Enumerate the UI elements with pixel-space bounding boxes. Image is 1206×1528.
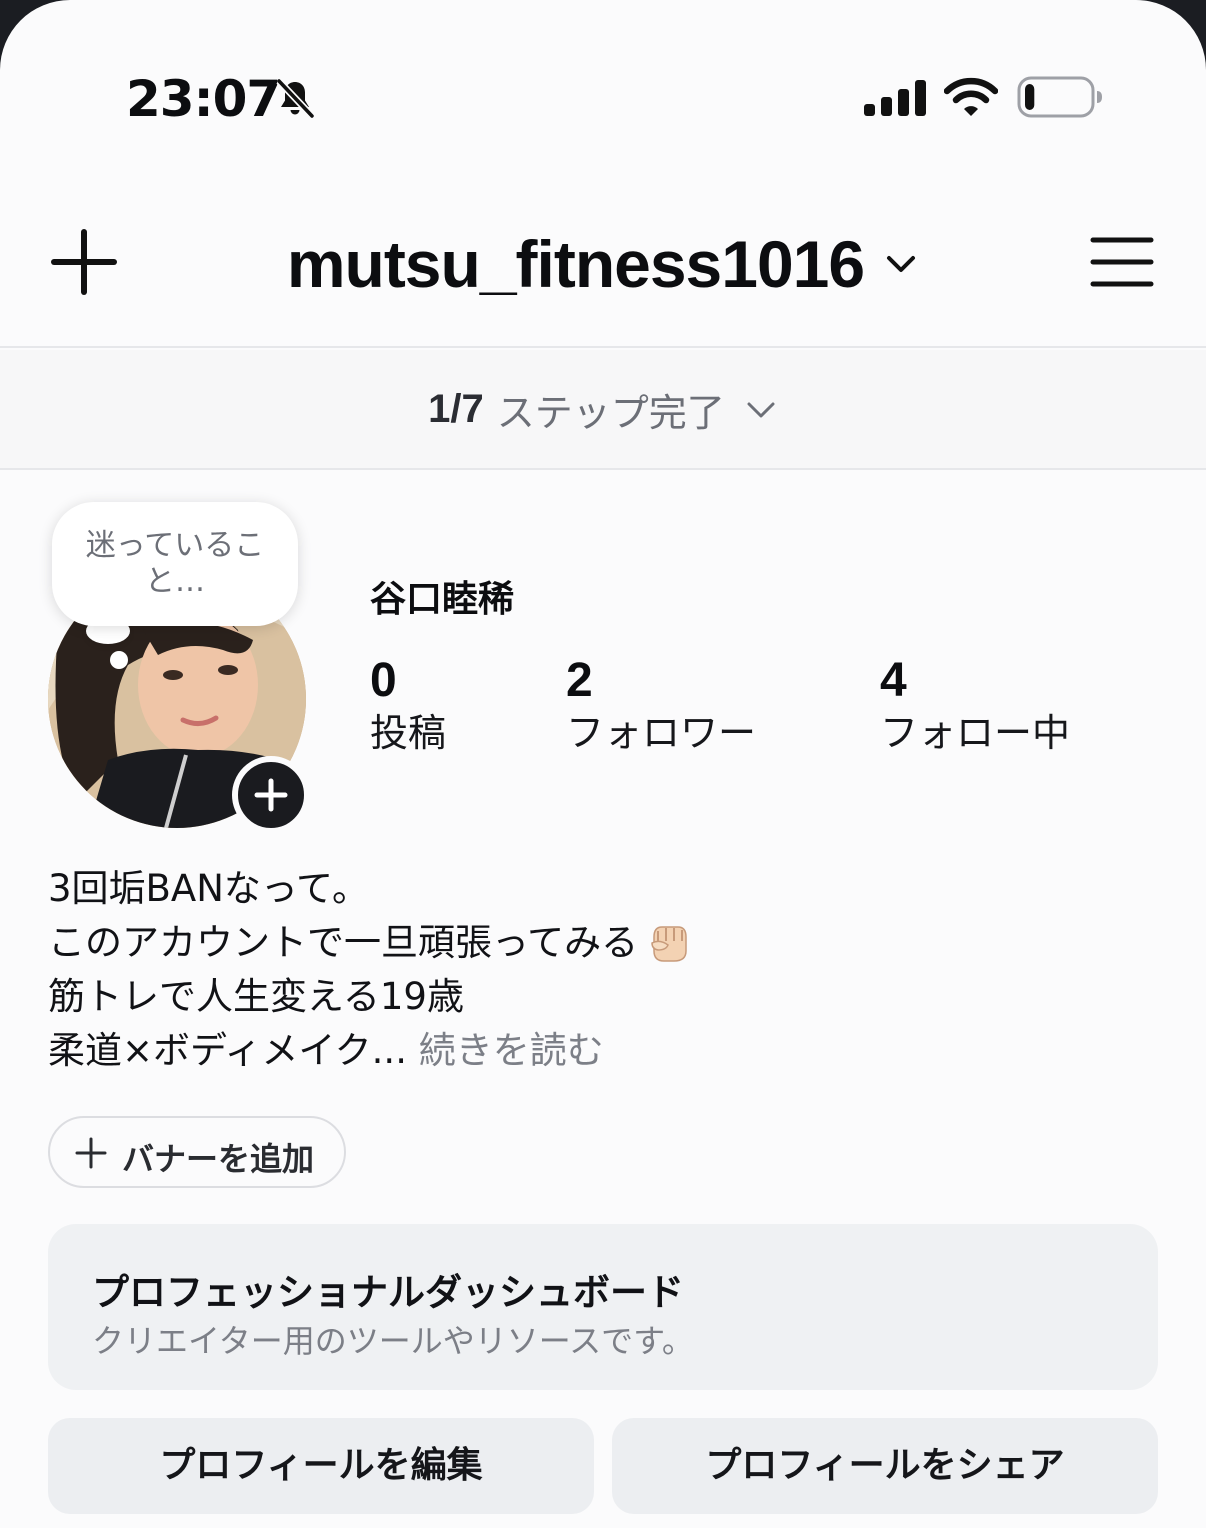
note-bubble-tail-small: [110, 651, 128, 669]
stat-followers-value: 2: [566, 654, 593, 707]
read-more-link[interactable]: 続きを読む: [419, 1029, 604, 1072]
profile-header: mutsu_fitness1016: [0, 190, 1206, 348]
chevron-down-icon: [747, 402, 775, 417]
stat-followers-label: フォロワー: [566, 711, 757, 755]
plus-icon: [75, 1137, 107, 1169]
setup-steps-bar[interactable]: 1/7 ステップ完了: [0, 350, 1206, 470]
chevron-down-icon[interactable]: [883, 246, 919, 282]
battery-icon: [1017, 76, 1102, 118]
bio-line-text: このアカウントで一旦頑張ってみる: [48, 921, 639, 964]
steps-label: ステップ完了: [496, 391, 725, 435]
add-banner-button[interactable]: バナーを追加: [48, 1116, 346, 1188]
account-switcher[interactable]: mutsu_fitness1016: [0, 226, 1206, 302]
note-text: 迷っていること…: [85, 528, 265, 599]
display-name: 谷口睦稀: [370, 579, 515, 620]
stat-following[interactable]: 4 フォロー中: [880, 654, 1070, 758]
phone-screen: 23:07 mutsu_fitness1016 1/7 ステップ完了 迷っている…: [0, 0, 1206, 1528]
hamburger-menu-icon[interactable]: [1090, 236, 1154, 288]
bio-line-text: 柔道×ボディメイク...: [48, 1029, 407, 1072]
bell-slash-icon: [276, 78, 315, 119]
raised-fist-icon: [651, 926, 687, 962]
steps-count: 1/7: [428, 387, 484, 431]
plus-icon: [254, 778, 288, 812]
status-time: 23:07: [126, 70, 281, 128]
bio-line: 柔道×ボディメイク... 続きを読む: [48, 1024, 692, 1078]
stat-posts[interactable]: 0 投稿: [370, 654, 446, 758]
add-banner-label: バナーを追加: [122, 1140, 315, 1178]
wifi-icon: [944, 77, 998, 116]
dashboard-subtitle: クリエイター用のツールやリソースです。: [92, 1322, 694, 1360]
stat-followers[interactable]: 2 フォロワー: [566, 654, 756, 758]
dashboard-title: プロフェッショナルダッシュボード: [92, 1271, 684, 1314]
stat-following-label: フォロー中: [880, 711, 1071, 755]
stat-following-value: 4: [880, 654, 907, 707]
bio-line: このアカウントで一旦頑張ってみる: [48, 916, 692, 970]
bio-line: 筋トレで人生変える19歳: [48, 975, 464, 1018]
share-profile-button[interactable]: プロフィールをシェア: [612, 1418, 1158, 1514]
stat-posts-value: 0: [370, 654, 397, 707]
username-title[interactable]: mutsu_fitness1016: [287, 226, 865, 302]
add-story-button[interactable]: [232, 756, 310, 834]
professional-dashboard-card[interactable]: プロフェッショナルダッシュボード クリエイター用のツールやリソースです。: [48, 1224, 1158, 1390]
note-bubble[interactable]: 迷っていること…: [52, 502, 298, 626]
stat-posts-label: 投稿: [370, 711, 447, 755]
edit-profile-button[interactable]: プロフィールを編集: [48, 1418, 594, 1514]
bio-line: 3回垢BANなって。: [48, 867, 369, 910]
bio: 3回垢BANなって。 このアカウントで一旦頑張ってみる 筋トレで人生変える19歳…: [48, 862, 692, 1078]
cellular-signal-icon: [864, 80, 926, 116]
status-bar: 23:07: [0, 0, 1206, 150]
